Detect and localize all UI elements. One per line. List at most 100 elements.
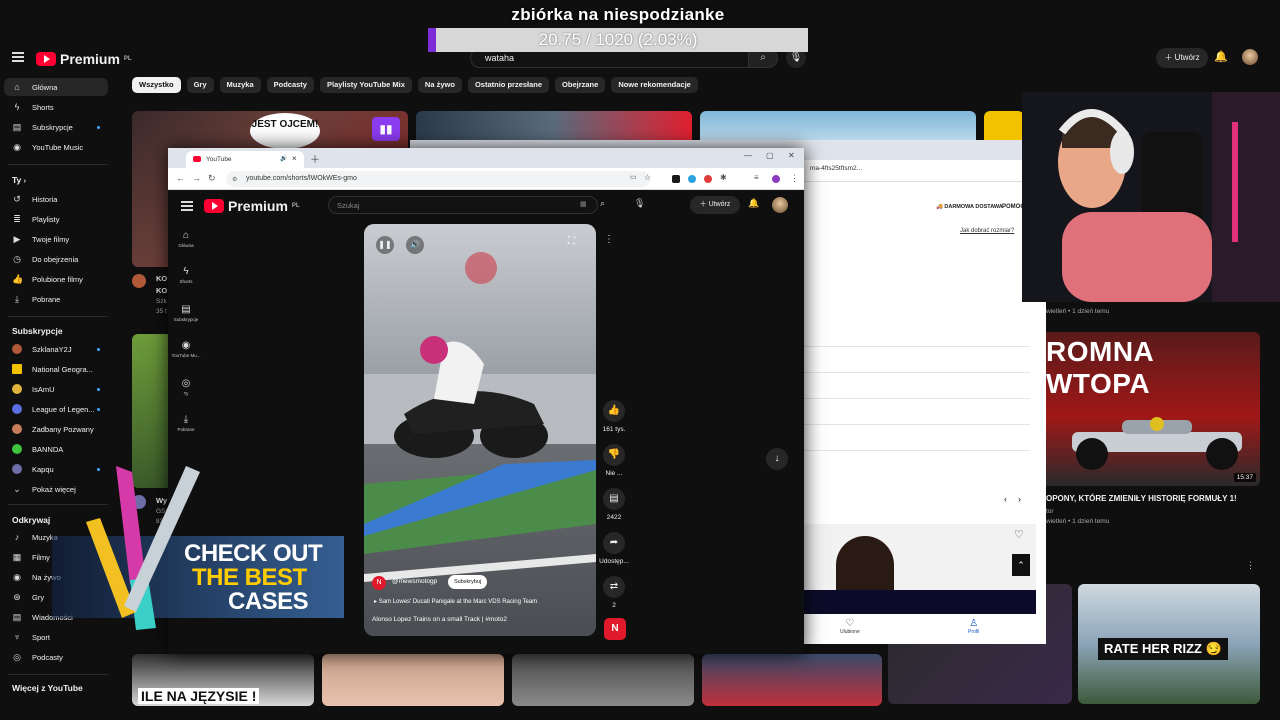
short-video-player[interactable]: ❚❚ 🔊 ⛶ N @mewsmotogp Subskrybuj ▸ Sam Lo…: [364, 224, 596, 636]
create-button[interactable]: ＋ Utwórz: [1156, 48, 1208, 68]
chrome-menu-icon[interactable]: ⋮: [790, 173, 799, 184]
pause-icon[interactable]: ❚❚: [376, 236, 394, 254]
subscribe-button[interactable]: Subskrybuj: [448, 575, 488, 589]
maximize-icon[interactable]: ▢: [766, 151, 774, 160]
forward-icon[interactable]: →: [192, 173, 201, 183]
sub-item[interactable]: IsAmU: [4, 380, 108, 398]
carousel-next-icon[interactable]: ›: [1018, 494, 1021, 504]
dislike-button[interactable]: 👎 Nie ...: [596, 444, 632, 477]
chip-music[interactable]: Muzyka: [219, 77, 261, 93]
reload-icon[interactable]: ↻: [208, 173, 216, 184]
fullscreen-icon[interactable]: ⛶: [568, 236, 575, 247]
channel-sound-icon[interactable]: N: [604, 618, 626, 640]
sub-item[interactable]: League of Legen...: [4, 400, 108, 418]
related-video-link[interactable]: ▸ Sam Lowes' Ducati Panigale at the Marc…: [374, 598, 537, 605]
bottom-nav-profile[interactable]: ♙ Profil: [968, 618, 979, 635]
avatar[interactable]: [772, 197, 788, 213]
create-button[interactable]: ＋ Utwórz: [690, 196, 740, 214]
profile-icon[interactable]: [772, 175, 780, 183]
chip-watched[interactable]: Obejrzane: [555, 77, 606, 93]
minimize-icon[interactable]: —: [744, 151, 752, 160]
heart-icon[interactable]: ♡: [1014, 528, 1024, 541]
chip-games[interactable]: Gry: [186, 77, 214, 93]
sidebar-item-subscriptions[interactable]: ▤ Subskrypcje: [4, 118, 108, 136]
extensions-puzzle-icon[interactable]: ✱: [720, 173, 727, 182]
next-short-icon[interactable]: ↓: [766, 448, 788, 470]
site-info-icon[interactable]: ⚙: [232, 176, 237, 183]
youtube-logo[interactable]: Premium PL: [204, 198, 300, 214]
chip-live[interactable]: Na żywo: [417, 77, 462, 93]
bookmark-star-icon[interactable]: ☆: [644, 173, 651, 182]
sub-item[interactable]: Zadbany Pozwany: [4, 420, 108, 438]
mini-sidebar-home[interactable]: ⌂ Główna: [168, 230, 204, 248]
extension-icon[interactable]: [688, 175, 696, 183]
delivery-link[interactable]: 🚚 DARMOWA DOSTAWA: [936, 204, 1003, 210]
bottom-nav-favorites[interactable]: ♡ Ulubione: [840, 618, 860, 635]
mini-sidebar-shorts[interactable]: ϟ Shorts: [168, 266, 204, 284]
you-heading[interactable]: Ty ›: [12, 175, 26, 185]
sidebar-item-history[interactable]: ↺ Historia: [4, 190, 108, 208]
new-tab-icon[interactable]: ＋: [310, 151, 320, 166]
extension-icon[interactable]: [704, 175, 712, 183]
sidebar-item-downloads[interactable]: ⤓ Pobrane: [4, 290, 108, 308]
menu-icon[interactable]: [12, 52, 24, 62]
channel-avatar[interactable]: N: [372, 576, 386, 590]
menu-icon[interactable]: [181, 201, 193, 211]
remix-button[interactable]: ⇄ 2: [596, 576, 632, 609]
volume-icon[interactable]: 🔊: [406, 236, 424, 254]
avatar[interactable]: [1242, 49, 1258, 65]
carousel-prev-icon[interactable]: ‹: [1004, 494, 1007, 504]
short-thumbnail[interactable]: [702, 654, 882, 706]
notifications-icon[interactable]: 🔔: [1214, 50, 1228, 63]
youtube-logo[interactable]: Premium PL: [36, 51, 132, 67]
mini-sidebar-downloads[interactable]: ⤓ Pobrane: [168, 414, 204, 432]
like-button[interactable]: 👍 161 tys.: [596, 400, 632, 433]
sub-item[interactable]: National Geogra...: [4, 360, 108, 378]
mini-sidebar-you[interactable]: ◎ Ty: [168, 378, 204, 396]
short-thumbnail[interactable]: [322, 654, 504, 706]
tab-youtube[interactable]: YouTube 🔊 ×: [186, 151, 304, 168]
size-guide-link[interactable]: Jak dobrać rozmiar?: [960, 228, 1014, 234]
sub-item[interactable]: SzklanaY2J: [4, 340, 108, 358]
short-thumbnail[interactable]: RATE HER RIZZ 😏: [1078, 584, 1260, 704]
chip-mix[interactable]: Playlisty YouTube Mix: [319, 77, 412, 93]
product-image[interactable]: ♡ ⌃: [804, 524, 1036, 614]
search-icon[interactable]: ⌕: [600, 198, 605, 209]
share-button[interactable]: ➦ Udostęp...: [596, 532, 632, 565]
close-tab-icon[interactable]: ×: [292, 154, 297, 163]
short-thumbnail[interactable]: ILE NA JĘZYSIE !: [132, 654, 314, 706]
mini-sidebar-music[interactable]: ◉ YouTube Mu...: [168, 340, 204, 358]
keyboard-icon[interactable]: ▦: [580, 200, 587, 208]
back-icon[interactable]: ←: [176, 173, 185, 183]
sidebar-item-music[interactable]: ◉ YouTube Music: [4, 138, 108, 156]
video-channel[interactable]: tor: [1046, 508, 1054, 515]
chip-all[interactable]: Wszystko: [132, 77, 181, 93]
extension-icon[interactable]: [672, 175, 680, 183]
voice-search-icon[interactable]: 🎙: [634, 198, 645, 209]
scroll-top-icon[interactable]: ⌃: [1012, 554, 1030, 576]
sidebar-item-watch-later[interactable]: ◷ Do obejrzenia: [4, 250, 108, 268]
mini-sidebar-subscriptions[interactable]: ▤ Subskrypcje: [168, 304, 204, 322]
comments-button[interactable]: ▤ 2422: [596, 488, 632, 521]
video-title[interactable]: OPONY, KTÓRE ZMIENIŁY HISTORIĘ FORMUŁY 1…: [1046, 494, 1237, 503]
explore-podcasts[interactable]: ◎ Podcasty: [4, 648, 108, 666]
address-bar[interactable]: youtube.com/shorts/lWOkWEs-gmo: [226, 171, 650, 187]
sub-item[interactable]: BANNDA: [4, 440, 108, 458]
short-thumbnail[interactable]: [512, 654, 694, 706]
cast-icon[interactable]: ▭: [630, 173, 637, 181]
close-window-icon[interactable]: ✕: [788, 151, 795, 160]
sidebar-item-shorts[interactable]: ϟ Shorts: [4, 98, 108, 116]
video-title[interactable]: KO: [156, 286, 167, 295]
more-options-icon[interactable]: ⋮: [1246, 560, 1255, 571]
sidebar-item-home[interactable]: ⌂ Główna: [4, 78, 108, 96]
sidebar-item-your-videos[interactable]: ▶ Twoje filmy: [4, 230, 108, 248]
chip-podcasts[interactable]: Podcasty: [266, 77, 314, 93]
channel-name[interactable]: @mewsmotogp: [392, 578, 437, 585]
notifications-icon[interactable]: 🔔: [748, 198, 759, 209]
video-title[interactable]: KO: [156, 274, 167, 283]
sidebar-item-playlists[interactable]: ≣ Playlisty: [4, 210, 108, 228]
video-thumbnail[interactable]: ROMNA WTOPA 15:37: [1042, 332, 1260, 486]
shop-url[interactable]: ma-4fts25tftsm2...: [810, 165, 862, 172]
speaker-icon[interactable]: 🔊: [280, 155, 287, 162]
more-options-icon[interactable]: ⋮: [604, 234, 614, 245]
